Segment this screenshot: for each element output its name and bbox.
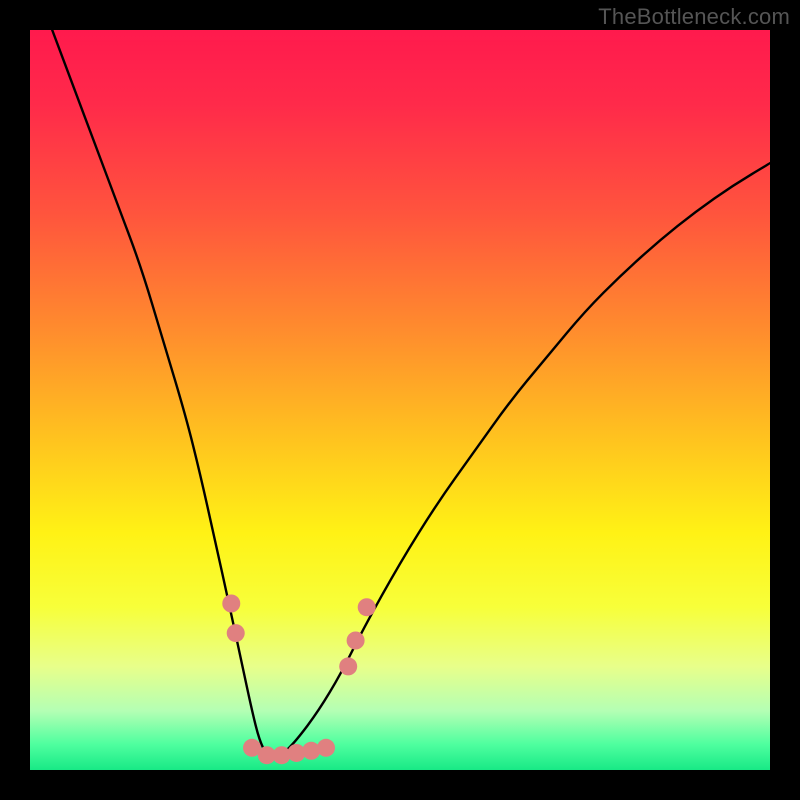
marker-dot [339, 657, 357, 675]
marker-dot [222, 595, 240, 613]
marker-dot [227, 624, 245, 642]
plot-area [30, 30, 770, 770]
marker-dot [302, 742, 320, 760]
marker-dot [347, 632, 365, 650]
marker-dot [358, 598, 376, 616]
watermark-text: TheBottleneck.com [598, 4, 790, 30]
curve-layer [30, 30, 770, 770]
marker-dot [317, 739, 335, 757]
bottleneck-curve [52, 30, 770, 758]
chart-frame: TheBottleneck.com [0, 0, 800, 800]
